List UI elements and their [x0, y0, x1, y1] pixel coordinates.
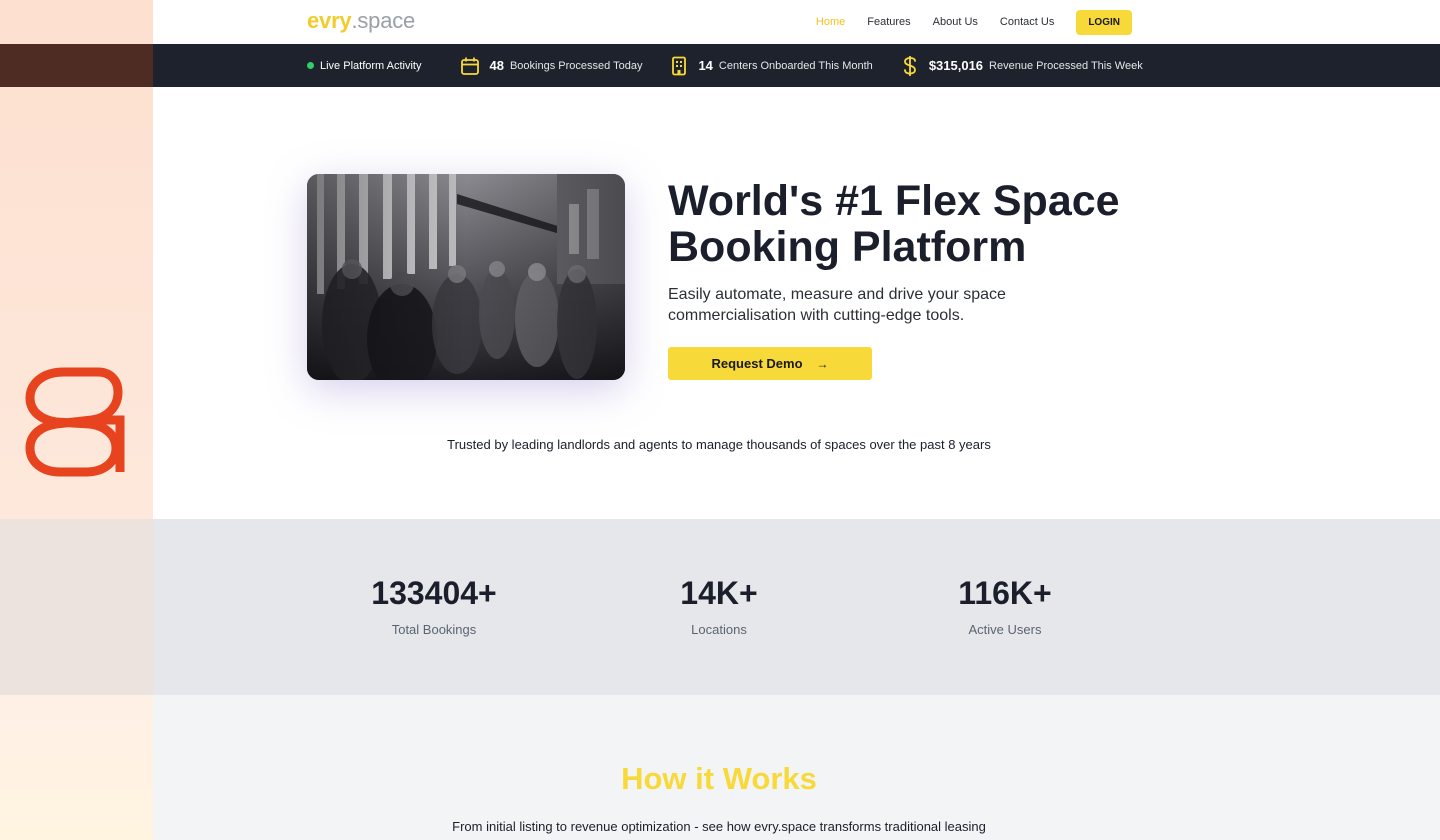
activity-revenue: $315,016 Revenue Processed This Week — [899, 55, 1143, 77]
nav-home[interactable]: Home — [816, 16, 845, 28]
activity-value: $315,016 — [928, 58, 984, 73]
login-button[interactable]: LOGIN — [1076, 9, 1132, 35]
stat-locations: 14K+ Locations — [599, 575, 839, 637]
brand-logo[interactable]: evry.space — [307, 8, 415, 34]
how-it-works-text: From initial listing to revenue optimiza… — [452, 819, 986, 834]
building-icon — [668, 55, 690, 77]
main-content: evry.space Home Features About Us Contac… — [153, 0, 1440, 840]
stat-value: 14K+ — [680, 575, 758, 611]
dollar-icon — [899, 55, 921, 77]
activity-value: 48 — [489, 58, 504, 73]
stat-value: 133404+ — [371, 575, 497, 611]
arrow-right-icon: → — [816, 356, 829, 371]
side-logo-icon — [25, 367, 125, 477]
nav-about-us[interactable]: About Us — [933, 16, 978, 28]
hero-video-thumbnail[interactable] — [307, 174, 625, 380]
how-it-works-title: How it Works — [621, 761, 817, 796]
nav-features[interactable]: Features — [867, 16, 910, 28]
side-panel-dark-band — [0, 44, 153, 87]
stat-label: Locations — [691, 622, 747, 637]
activity-centers: 14 Centers Onboarded This Month — [668, 55, 873, 77]
stat-label: Total Bookings — [391, 622, 477, 637]
trusted-text: Trusted by leading landlords and agents … — [447, 437, 991, 452]
live-dot-icon — [307, 62, 314, 69]
live-label: Live Platform Activity — [320, 59, 422, 72]
side-panel-bottom-band — [0, 695, 153, 840]
navbar: evry.space Home Features About Us Contac… — [153, 0, 1440, 44]
activity-label: Revenue Processed This Week — [989, 59, 1143, 72]
activity-label: Centers Onboarded This Month — [718, 59, 873, 72]
request-demo-button[interactable]: Request Demo → — [668, 347, 872, 380]
live-activity-bar: Live Platform Activity 48 Bookings Proce… — [153, 44, 1440, 87]
activity-label: Bookings Processed Today — [509, 59, 643, 72]
brand-part1: evry — [307, 8, 352, 33]
brand-part2: .space — [351, 8, 416, 33]
stat-active-users: 116K+ Active Users — [885, 575, 1125, 637]
stat-label: Active Users — [968, 622, 1042, 637]
how-it-works-section: How it Works From initial listing to rev… — [153, 695, 1440, 840]
live-indicator: Live Platform Activity — [307, 60, 421, 72]
request-demo-label: Request Demo — [711, 356, 803, 371]
side-panel — [0, 0, 153, 840]
activity-bookings: 48 Bookings Processed Today — [459, 55, 642, 77]
stat-total-bookings: 133404+ Total Bookings — [314, 575, 554, 637]
crowd-photo-image — [307, 174, 625, 380]
stats-section: 133404+ Total Bookings 14K+ Locations 11… — [153, 519, 1440, 695]
nav-contact-us[interactable]: Contact Us — [1000, 16, 1054, 28]
nav-links: Home Features About Us Contact Us LOGIN — [816, 8, 1132, 36]
stat-value: 116K+ — [958, 575, 1052, 611]
calendar-icon — [459, 55, 481, 77]
activity-value: 14 — [698, 58, 713, 73]
side-panel-stats-band — [0, 519, 153, 695]
hero-subtitle: Easily automate, measure and drive your … — [668, 286, 1006, 324]
hero-title: World's #1 Flex Space Booking Platform — [668, 177, 1120, 271]
